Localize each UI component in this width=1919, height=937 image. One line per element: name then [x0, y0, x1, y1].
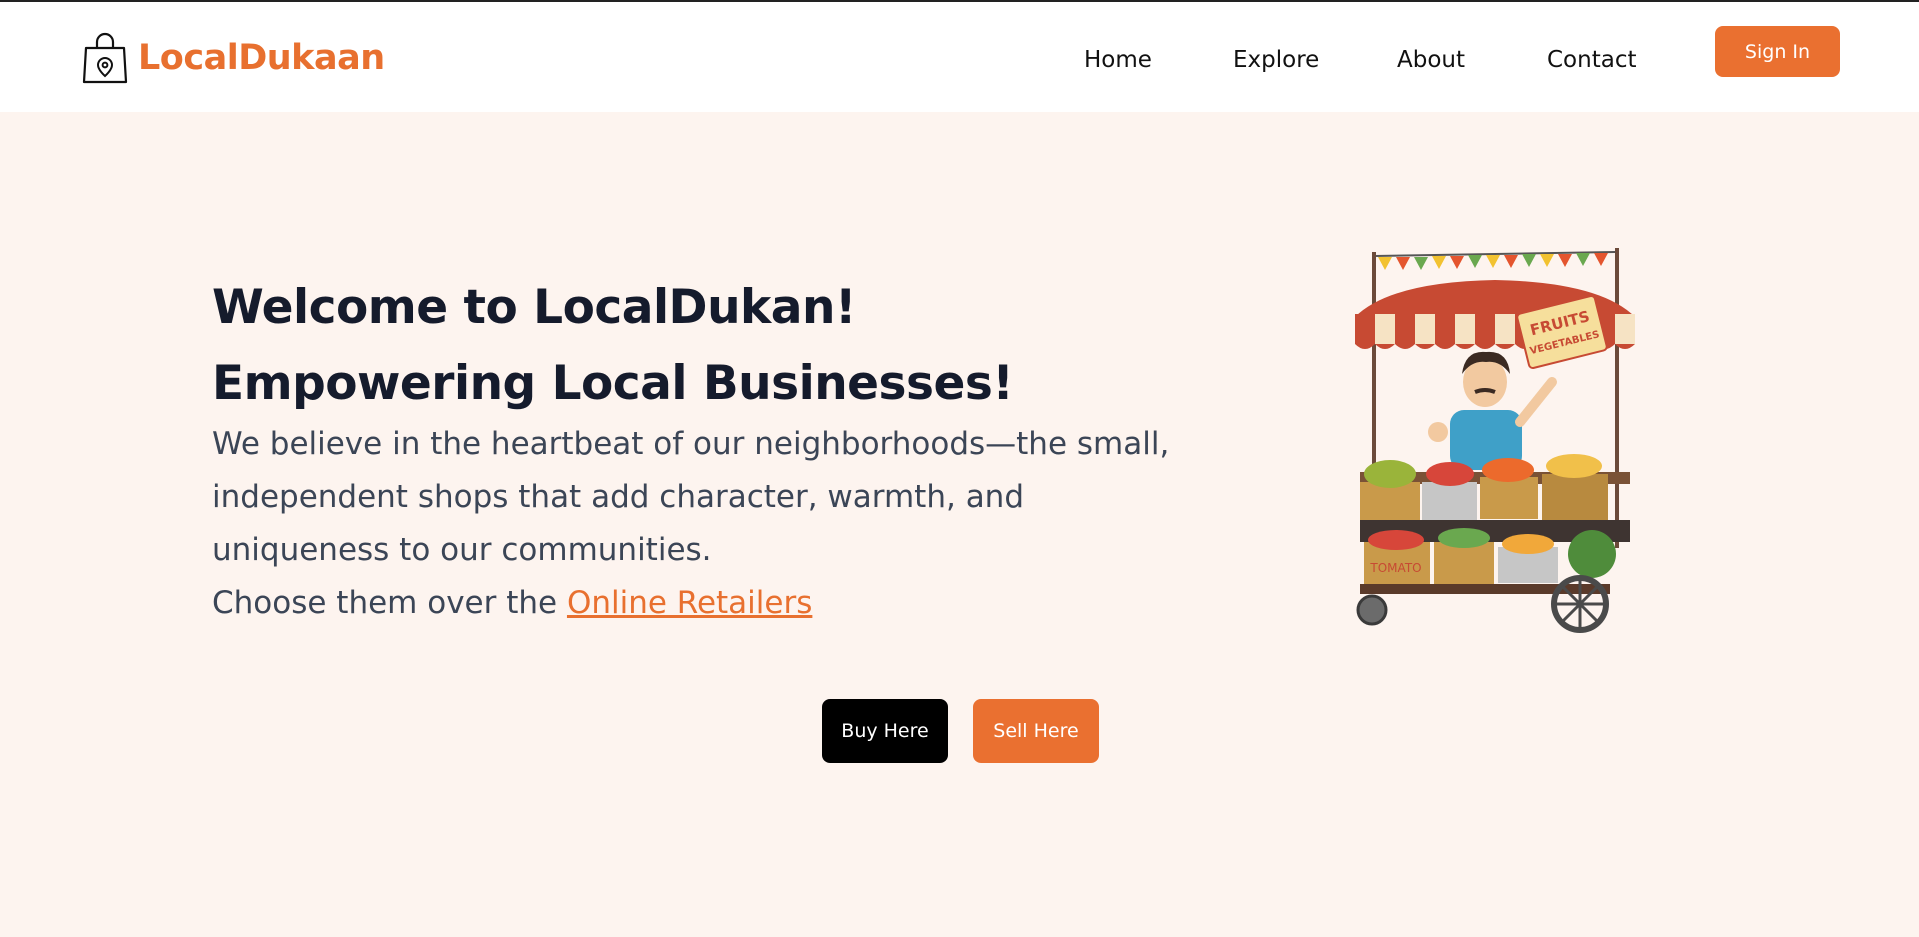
market-stall-illustration: FRUITS VEGETABLES TOMATO [1355, 248, 1635, 633]
online-retailers-link[interactable]: Online Retailers [567, 585, 812, 621]
hero-description: We believe in the heartbeat of our neigh… [212, 418, 1192, 630]
hero-choose-text: Choose them over the [212, 585, 567, 621]
nav-link-home[interactable]: Home [1084, 42, 1152, 78]
sell-here-button[interactable]: Sell Here [973, 699, 1099, 763]
hero-section: Welcome to LocalDukan! Empowering Local … [212, 270, 1212, 630]
brand-logo-link[interactable]: LocalDukaan [82, 32, 385, 84]
bunting-flags [1374, 251, 1616, 270]
crate-label-tomato: TOMATO [1369, 561, 1421, 575]
sign-in-button[interactable]: Sign In [1715, 26, 1840, 77]
nav-link-about[interactable]: About [1397, 42, 1465, 78]
top-navigation-bar: LocalDukaan Home Explore About Contact S… [0, 2, 1919, 112]
vendor-figure [1428, 351, 1557, 470]
hero-heading-tagline: Empowering Local Businesses! [212, 356, 1014, 411]
brand-name: LocalDukaan [138, 38, 385, 78]
nav-link-contact[interactable]: Contact [1547, 42, 1636, 78]
shopping-bag-location-icon [82, 32, 128, 84]
nav-link-explore[interactable]: Explore [1233, 42, 1319, 78]
hero-heading-welcome: Welcome to LocalDukan! [212, 280, 856, 335]
buy-here-button[interactable]: Buy Here [822, 699, 948, 763]
hero-paragraph: We believe in the heartbeat of our neigh… [212, 426, 1170, 568]
produce-crates: TOMATO [1360, 454, 1630, 594]
